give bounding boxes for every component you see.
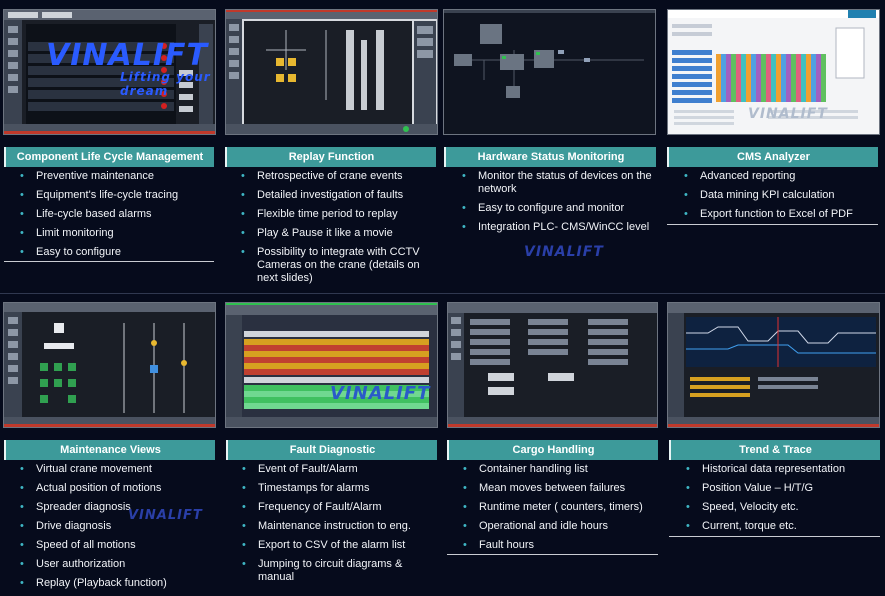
section-title: CMS Analyzer (667, 147, 878, 167)
watermark-brand: VINALIFT (46, 38, 208, 73)
list-item: Actual position of motions (8, 482, 218, 495)
list-item: Detailed investigation of faults (229, 189, 436, 202)
section-title: Replay Function (225, 147, 436, 167)
list-item: Flexible time period to replay (229, 208, 436, 221)
row-separator (0, 293, 885, 294)
list-item: Monitor the status of devices on the net… (450, 170, 655, 196)
component-life-cycle-screenshot: VINALIFT Lifting your dream (3, 9, 216, 135)
feature-list: Advanced reporting Data mining KPI calcu… (672, 170, 878, 227)
replay-function-screenshot (225, 9, 438, 135)
list-item: Export to CSV of the alarm list (230, 539, 437, 552)
watermark-brand-fault: VINALIFT (330, 383, 431, 404)
list-item: Export function to Excel of PDF (672, 208, 878, 221)
list-item: Limit monitoring (8, 227, 218, 240)
list-item: Timestamps for alarms (230, 482, 437, 495)
section-title: Hardware Status Monitoring (444, 147, 656, 167)
section-title: Fault Diagnostic (226, 440, 437, 460)
list-item: Container handling list (451, 463, 658, 476)
list-item: Possibility to integrate with CCTV Camer… (229, 246, 436, 285)
feature-list: Event of Fault/Alarm Timestamps for alar… (230, 463, 437, 590)
watermark-brand-analyzer: VINALIFT (748, 106, 828, 122)
section-title: Component Life Cycle Management (4, 147, 214, 167)
section-title: Trend & Trace (669, 440, 880, 460)
list-item: Position Value – H/T/G (674, 482, 880, 495)
list-item: Preventive maintenance (8, 170, 218, 183)
cms-analyzer-screenshot: VINALIFT (667, 9, 880, 135)
list-item: Retrospective of crane events (229, 170, 436, 183)
list-item: Jumping to circuit diagrams & manual (230, 558, 437, 584)
list-item: User authorization (8, 558, 218, 571)
watermark-brand-hardware: VINALIFT (524, 244, 604, 260)
list-item: Historical data representation (674, 463, 880, 476)
list-item: Current, torque etc. (674, 520, 880, 533)
divider (447, 554, 658, 555)
watermark-tagline: Lifting your dream (120, 70, 211, 98)
maintenance-views-screenshot (3, 302, 216, 428)
fault-diagnostic-screenshot: VINALIFT (225, 302, 438, 428)
list-item: Runtime meter ( counters, timers) (451, 501, 658, 514)
trend-trace-screenshot (667, 302, 880, 428)
feature-list: Preventive maintenance Equipment's life-… (8, 170, 218, 265)
section-title: Maintenance Views (4, 440, 215, 460)
list-item: Maintenance instruction to eng. (230, 520, 437, 533)
list-item: Fault hours (451, 539, 658, 552)
feature-list: Retrospective of crane events Detailed i… (229, 170, 436, 291)
list-item: Mean moves between failures (451, 482, 658, 495)
list-item: Speed of all motions (8, 539, 218, 552)
list-item: Event of Fault/Alarm (230, 463, 437, 476)
list-item: Play & Pause it like a movie (229, 227, 436, 240)
list-item: Virtual crane movement (8, 463, 218, 476)
divider (669, 536, 880, 537)
feature-list: Historical data representation Position … (674, 463, 880, 539)
feature-list: Container handling list Mean moves betwe… (451, 463, 658, 558)
list-item: Operational and idle hours (451, 520, 658, 533)
feature-list: Monitor the status of devices on the net… (450, 170, 655, 240)
list-item: Life-cycle based alarms (8, 208, 218, 221)
hardware-status-screenshot (443, 9, 656, 135)
list-item: Easy to configure and monitor (450, 202, 655, 215)
watermark-brand-maintenance: VINALIFT (128, 508, 203, 523)
list-item: Replay (Playback function) (8, 577, 218, 590)
divider (667, 224, 878, 225)
list-item: Speed, Velocity etc. (674, 501, 880, 514)
list-item: Frequency of Fault/Alarm (230, 501, 437, 514)
list-item: Advanced reporting (672, 170, 878, 183)
list-item: Easy to configure (8, 246, 218, 259)
section-title: Cargo Handling (447, 440, 658, 460)
list-item: Data mining KPI calculation (672, 189, 878, 202)
feature-list: Virtual crane movement Actual position o… (8, 463, 218, 596)
list-item: Equipment's life-cycle tracing (8, 189, 218, 202)
list-item: Integration PLC- CMS/WinCC level (450, 221, 655, 234)
divider (4, 261, 214, 262)
cargo-handling-screenshot (447, 302, 658, 428)
